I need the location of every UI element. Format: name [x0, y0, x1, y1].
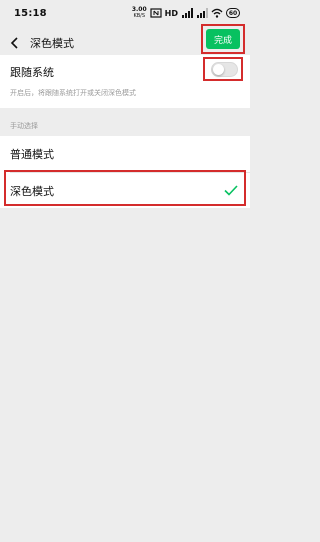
- wifi-icon: [211, 8, 223, 18]
- status-bar: 15:18 3.00 KB/S HD 60: [0, 0, 250, 26]
- follow-system-description: 开启后，将跟随系统打开或关闭深色模式: [10, 89, 136, 97]
- page-title: 深色模式: [30, 37, 74, 50]
- status-icons: 3.00 KB/S HD 60: [132, 7, 240, 19]
- follow-system-label: 跟随系统: [10, 66, 54, 79]
- option-label: 普通模式: [10, 148, 54, 161]
- done-button-highlight: [201, 24, 245, 54]
- battery-icon: 60: [226, 8, 240, 18]
- network-speed-unit: KB/S: [133, 13, 146, 19]
- network-speed: 3.00 KB/S: [131, 6, 147, 20]
- option-normal-mode[interactable]: 普通模式: [0, 136, 250, 172]
- manual-select-label: 手动选择: [10, 122, 38, 130]
- toggle-highlight: [203, 57, 243, 81]
- hd-indicator: HD: [164, 8, 178, 18]
- signal-2-icon: [197, 8, 208, 18]
- network-speed-value: 3.00: [131, 6, 147, 13]
- back-arrow-icon: [10, 37, 18, 49]
- status-time: 15:18: [14, 7, 47, 19]
- battery-level: 60: [228, 9, 238, 17]
- nfc-icon: [150, 8, 162, 18]
- dark-mode-highlight: [4, 170, 246, 206]
- signal-icon: [182, 8, 193, 18]
